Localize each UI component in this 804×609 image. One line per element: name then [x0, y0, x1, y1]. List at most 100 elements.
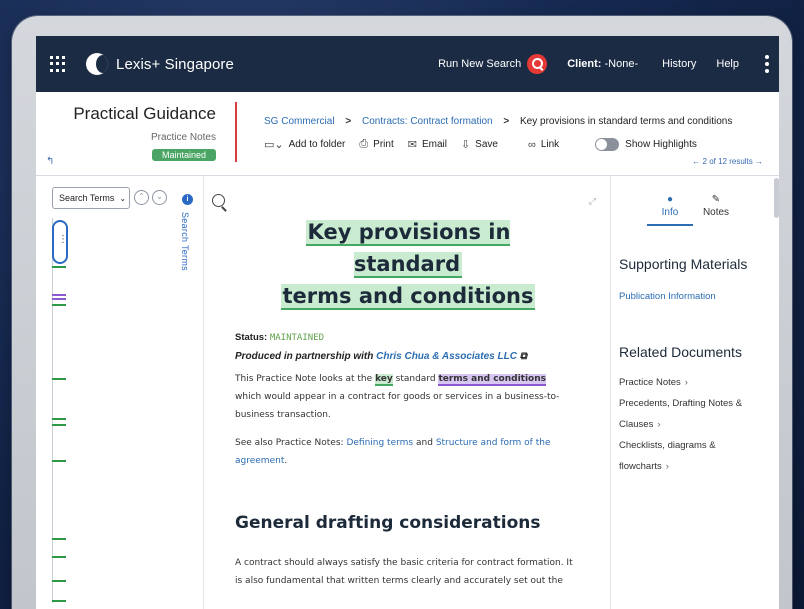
tab-info[interactable]: ● Info: [647, 194, 693, 226]
highlight-marker[interactable]: [52, 266, 66, 268]
search-in-document-icon[interactable]: [212, 194, 225, 207]
partner-link[interactable]: Chris Chua & Associates LLC: [376, 351, 517, 362]
sidebar-scrollbar[interactable]: [774, 178, 779, 218]
brand-logo[interactable]: Lexis+ Singapore: [86, 53, 234, 75]
chevron-down-icon: ⌄: [119, 193, 127, 203]
previous-term-icon[interactable]: ⌃: [134, 190, 149, 205]
status-label: Status:: [235, 332, 268, 343]
search-terms-dropdown[interactable]: Search Terms ⌄: [52, 187, 130, 209]
results-count: 2 of 12 results: [702, 157, 753, 166]
history-link[interactable]: History: [662, 58, 696, 70]
highlight-marker[interactable]: [52, 378, 66, 380]
publication-information-link[interactable]: Publication Information: [619, 291, 716, 302]
tab-info-label: Info: [661, 207, 679, 218]
highlighted-term-key: key: [375, 374, 393, 386]
search-terms-vertical-label: Search Terms: [180, 212, 190, 271]
highlight-marker[interactable]: [52, 538, 66, 540]
print-button[interactable]: ⎙ Print: [359, 138, 393, 151]
save-button[interactable]: ⇩ Save: [461, 138, 498, 151]
document-title-line1: Key provisions in standard: [305, 220, 511, 278]
highlight-marker[interactable]: [52, 556, 66, 558]
header-divider: [235, 102, 237, 162]
related-item-label: Precedents, Drafting Notes &: [619, 398, 743, 409]
document-header: Practical Guidance Practice Notes Mainta…: [36, 92, 779, 176]
back-arrow-icon[interactable]: ↰: [46, 156, 54, 167]
search-terms-value: Search Terms: [59, 193, 115, 203]
tab-notes[interactable]: ✎ Notes: [693, 194, 739, 226]
related-item-practice-notes[interactable]: Practice Notes ›: [619, 372, 769, 393]
more-options-icon[interactable]: [765, 55, 769, 73]
help-link[interactable]: Help: [716, 58, 739, 70]
highlight-marker[interactable]: [52, 294, 66, 296]
related-item-flowcharts[interactable]: flowcharts ›: [619, 456, 769, 477]
email-button[interactable]: ✉ Email: [408, 138, 447, 151]
breadcrumb-item[interactable]: Contracts: Contract formation: [362, 116, 493, 127]
sidebar-tabs: ● Info ✎ Notes: [647, 194, 739, 226]
info-icon[interactable]: i: [182, 194, 193, 205]
results-pager[interactable]: ← 2 of 12 results →: [692, 157, 763, 166]
see-also-paragraph: See also Practice Notes: Defining terms …: [235, 434, 575, 470]
breadcrumb-item[interactable]: SG Commercial: [264, 116, 335, 127]
highlight-marker[interactable]: [52, 580, 66, 582]
info-icon: ●: [666, 194, 674, 205]
highlight-marker[interactable]: [52, 304, 66, 306]
highlight-marker[interactable]: [52, 600, 66, 602]
link-label: Link: [540, 139, 560, 150]
link-button[interactable]: ∞ Link: [528, 139, 559, 151]
supporting-materials-heading: Supporting Materials: [619, 256, 748, 272]
app-grid-icon[interactable]: [50, 56, 66, 72]
add-to-folder-button[interactable]: ▭⌄ Add to folder: [264, 138, 345, 151]
para-text: which would appear in a contract for goo…: [235, 392, 560, 420]
breadcrumb-current: Key provisions in standard terms and con…: [520, 116, 733, 127]
highlight-marker[interactable]: [52, 460, 66, 462]
highlighted-term-terms-and-conditions: terms and conditions: [438, 374, 547, 386]
lexis-logo-icon: [86, 53, 108, 75]
print-icon: ⎙: [359, 138, 369, 150]
highlight-marker[interactable]: [52, 424, 66, 426]
add-to-folder-label: Add to folder: [288, 139, 346, 150]
info-sidebar: ● Info ✎ Notes Supporting Materials Publ…: [610, 176, 779, 609]
app-window: Lexis+ Singapore Run New Search Client: …: [36, 36, 779, 609]
search-icon: [527, 54, 548, 74]
document-toolbar: ▭⌄ Add to folder ⎙ Print ✉ Email ⇩ Save …: [264, 138, 697, 151]
email-label: Email: [421, 139, 447, 150]
related-item-precedents[interactable]: Precedents, Drafting Notes &: [619, 393, 769, 414]
para-text: and: [416, 438, 433, 448]
show-highlights-toggle[interactable]: [595, 138, 620, 151]
status-value: MAINTAINED: [269, 333, 325, 343]
related-item-checklists[interactable]: Checklists, diagrams &: [619, 435, 769, 456]
document-title-line2: terms and conditions: [280, 284, 536, 310]
section-paragraph: A contract should always satisfy the bas…: [235, 558, 573, 586]
chevron-right-icon: ›: [665, 461, 669, 472]
highlight-marker[interactable]: [52, 298, 66, 300]
print-label: Print: [373, 139, 394, 150]
pencil-icon: ✎: [711, 194, 721, 205]
related-item-clauses[interactable]: Clauses ›: [619, 414, 769, 435]
breadcrumb-separator-icon: >: [503, 116, 510, 127]
highlight-marker[interactable]: [52, 418, 66, 420]
client-selector[interactable]: Client: -None-: [567, 58, 638, 70]
breadcrumb-separator-icon: >: [345, 116, 352, 127]
defining-terms-link[interactable]: Defining terms: [346, 438, 413, 448]
para-text: .: [284, 456, 288, 466]
prev-result-icon[interactable]: ←: [692, 157, 700, 166]
link-icon: ∞: [527, 138, 536, 151]
brand-name: Lexis+ Singapore: [116, 55, 234, 73]
term-map-scroll-thumb[interactable]: [52, 220, 68, 264]
client-label: Client:: [567, 58, 602, 70]
intro-paragraph: This Practice Note looks at the key stan…: [235, 370, 575, 424]
page-subtitle: Practice Notes: [150, 132, 216, 143]
next-term-icon[interactable]: ⌄: [152, 190, 167, 205]
external-link-icon[interactable]: ⧉: [520, 351, 527, 362]
page-title: Practical Guidance: [73, 104, 216, 123]
run-new-search-button[interactable]: Run New Search: [438, 54, 548, 74]
search-terms-panel: Search Terms ⌄ ⌃ ⌄ i Search Terms: [36, 176, 204, 609]
section-heading: General drafting considerations: [235, 513, 541, 533]
related-item-label: flowcharts: [619, 461, 662, 472]
document-status: Status: MAINTAINED: [235, 332, 324, 343]
expand-icon[interactable]: ⤢: [589, 196, 596, 207]
related-item-label: Clauses: [619, 419, 654, 430]
breadcrumb: SG Commercial > Contracts: Contract form…: [264, 116, 732, 127]
next-result-icon[interactable]: →: [755, 157, 763, 166]
related-documents-heading: Related Documents: [619, 344, 742, 360]
